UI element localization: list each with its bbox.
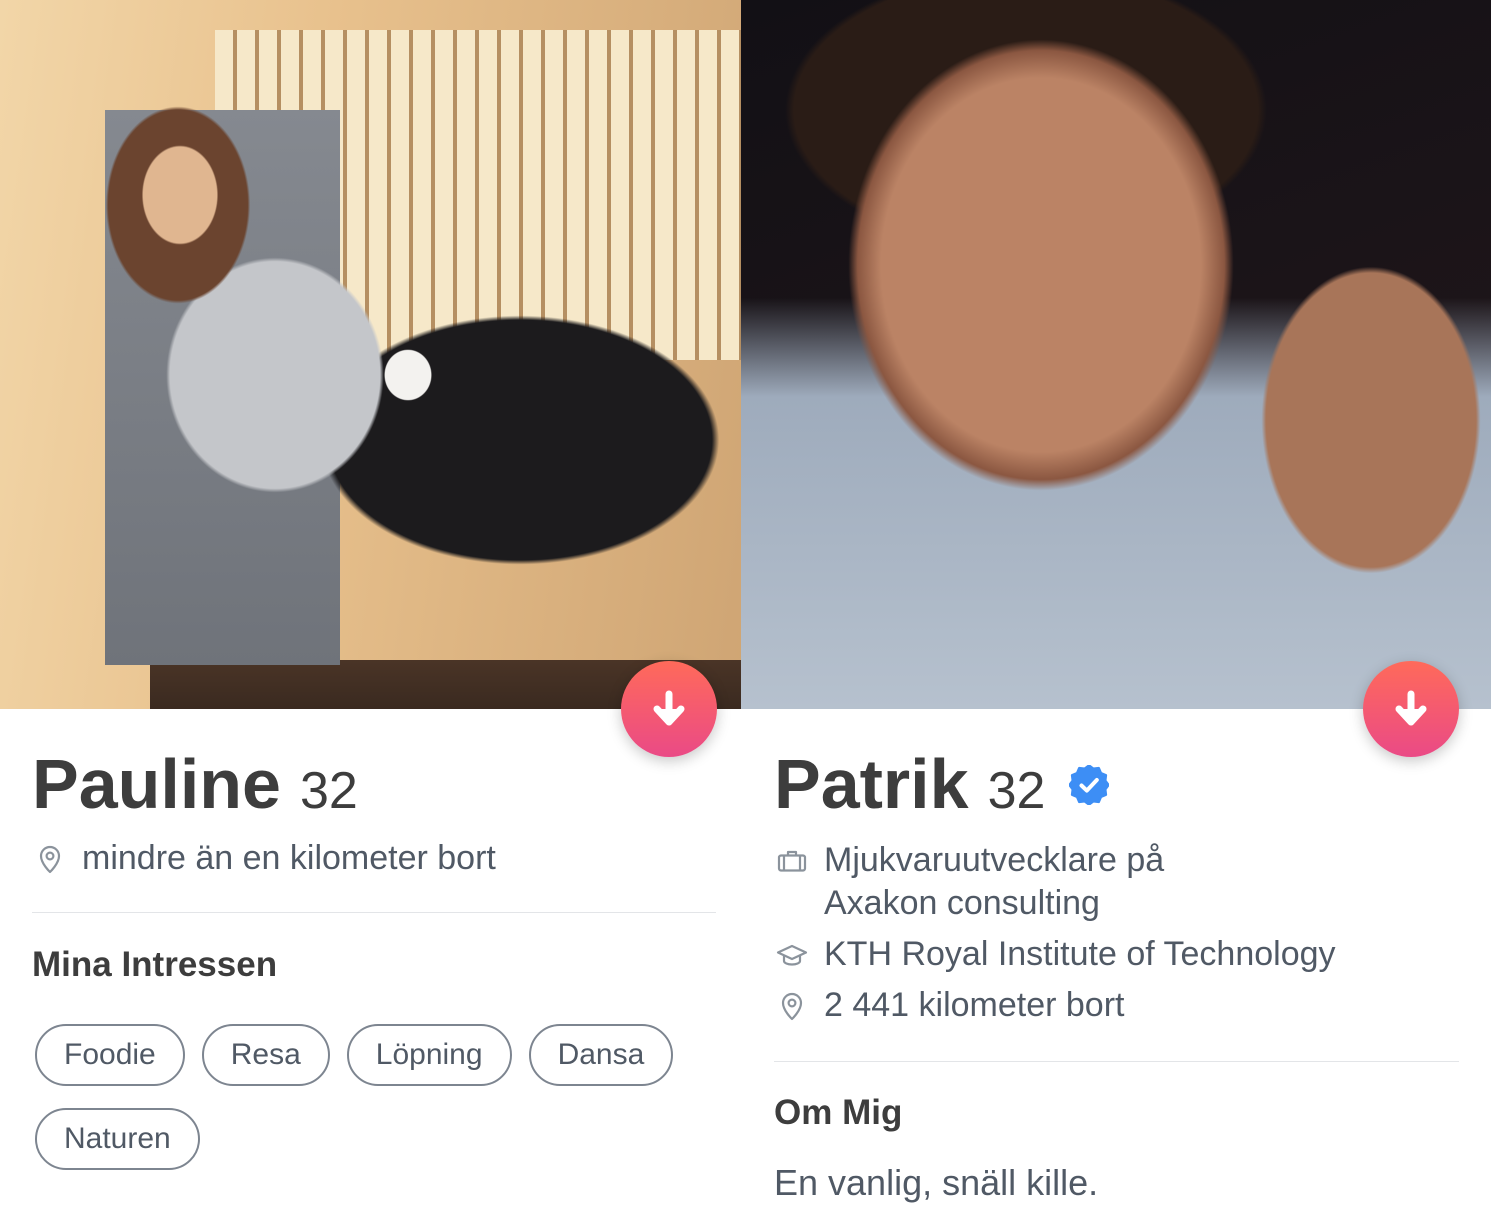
profile-photo[interactable] xyxy=(741,0,1491,709)
detail-school: KTH Royal Institute of Technology xyxy=(774,933,1336,976)
detail-distance: mindre än en kilometer bort xyxy=(32,837,496,880)
name-age-row: Patrik 32 xyxy=(774,745,1110,826)
profile-name: Patrik xyxy=(774,745,969,823)
divider xyxy=(774,1061,1459,1062)
detail-text: KTH Royal Institute of Technology xyxy=(824,935,1336,973)
expand-profile-button[interactable] xyxy=(1363,661,1459,757)
briefcase-icon xyxy=(774,839,810,882)
interests-list: Foodie Resa Löpning Dansa Naturen xyxy=(35,1024,716,1170)
profile-details: Mjukvaruutvecklare på Axakon consulting … xyxy=(774,839,1336,1027)
detail-distance: 2 441 kilometer bort xyxy=(774,984,1336,1027)
arrow-down-icon xyxy=(1395,690,1427,726)
interest-pill: Resa xyxy=(201,1024,330,1086)
graduation-cap-icon xyxy=(774,933,810,976)
detail-text: mindre än en kilometer bort xyxy=(82,839,496,877)
verified-badge-icon[interactable] xyxy=(1069,765,1110,805)
bio-text: En vanlig, snäll kille. xyxy=(774,1162,1099,1203)
expand-profile-button[interactable] xyxy=(621,661,717,757)
arrow-down-icon xyxy=(653,690,685,726)
profile-photo[interactable] xyxy=(0,0,741,709)
section-title-about: Om Mig xyxy=(774,1093,903,1132)
profile-name: Pauline xyxy=(32,745,281,823)
name-age-row: Pauline 32 xyxy=(32,749,358,826)
divider xyxy=(32,912,716,913)
location-pin-icon xyxy=(774,984,810,1027)
section-title-interests: Mina Intressen xyxy=(32,945,278,984)
interest-pill: Naturen xyxy=(35,1108,200,1170)
detail-text: Mjukvaruutvecklare på Axakon consulting xyxy=(824,841,1165,922)
interest-pill: Foodie xyxy=(35,1024,185,1086)
interest-pill: Dansa xyxy=(528,1024,674,1086)
detail-text: 2 441 kilometer bort xyxy=(824,986,1125,1024)
profile-details: mindre än en kilometer bort xyxy=(32,837,496,880)
detail-job: Mjukvaruutvecklare på Axakon consulting xyxy=(774,839,1336,925)
profile-age: 32 xyxy=(299,762,358,820)
profile-age: 32 xyxy=(987,762,1046,820)
interest-pill: Löpning xyxy=(346,1024,512,1086)
location-pin-icon xyxy=(32,837,68,880)
